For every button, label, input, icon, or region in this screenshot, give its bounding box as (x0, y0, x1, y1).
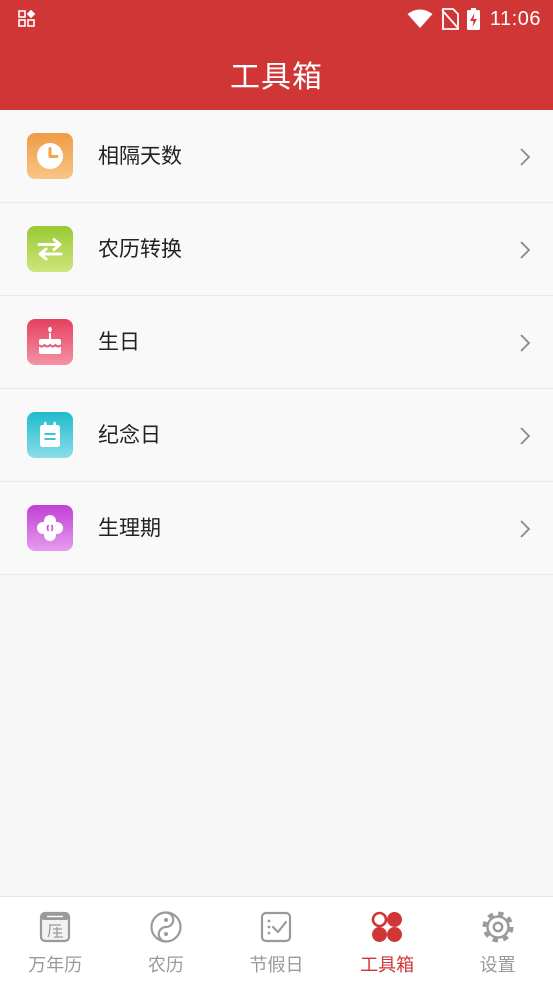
clock-icon (27, 133, 73, 179)
tool-item-label: 相隔天数 (98, 144, 182, 168)
nav-item-label: 节假日 (249, 955, 304, 976)
gear-icon (481, 910, 515, 944)
tool-item-lunar-convert[interactable]: 农历转换 (0, 203, 553, 296)
flower-icon (27, 505, 73, 551)
tool-item-label: 生日 (98, 330, 140, 354)
swap-arrows-icon (27, 226, 73, 272)
chevron-right-icon (520, 241, 531, 259)
calendar-icon (38, 910, 72, 944)
toolbox-grid-icon (370, 910, 404, 944)
tool-item-label: 农历转换 (98, 237, 182, 261)
status-bar: 11:06 (0, 0, 553, 38)
nav-item-label: 农历 (147, 955, 184, 976)
battery-charging-icon (466, 8, 480, 30)
app-notification-icon (18, 9, 36, 28)
bottom-nav: 万年历 农历 节假日 工具箱 设置 (0, 896, 553, 983)
nav-item-label: 设置 (479, 955, 516, 976)
chevron-right-icon (520, 148, 531, 166)
chevron-right-icon (520, 334, 531, 352)
status-time: 11:06 (489, 7, 541, 30)
yin-yang-icon (149, 910, 183, 944)
nav-item-holidays[interactable]: 节假日 (221, 897, 332, 983)
holiday-checklist-icon (259, 910, 293, 944)
tool-item-label: 纪念日 (98, 423, 161, 447)
tool-item-label: 生理期 (98, 516, 161, 540)
nav-item-lunar[interactable]: 农历 (111, 897, 222, 983)
nav-item-calendar[interactable]: 万年历 (0, 897, 111, 983)
nav-item-label: 工具箱 (360, 955, 415, 976)
birthday-cake-icon (27, 319, 73, 365)
app-header: 工具箱 (0, 38, 553, 110)
tool-item-birthday[interactable]: 生日 (0, 296, 553, 389)
tool-item-anniversary[interactable]: 纪念日 (0, 389, 553, 482)
nav-item-settings[interactable]: 设置 (442, 897, 553, 983)
wifi-icon (407, 9, 433, 28)
no-sim-icon (441, 8, 459, 30)
tool-list: 相隔天数 农历转换 生日 纪念日 生理期 (0, 110, 553, 575)
tool-item-days-between[interactable]: 相隔天数 (0, 110, 553, 203)
chevron-right-icon (520, 427, 531, 445)
nav-item-toolbox[interactable]: 工具箱 (332, 897, 443, 983)
notepad-icon (27, 412, 73, 458)
nav-item-label: 万年历 (28, 955, 83, 976)
chevron-right-icon (520, 520, 531, 538)
page-title: 工具箱 (230, 60, 323, 95)
tool-item-period[interactable]: 生理期 (0, 482, 553, 575)
